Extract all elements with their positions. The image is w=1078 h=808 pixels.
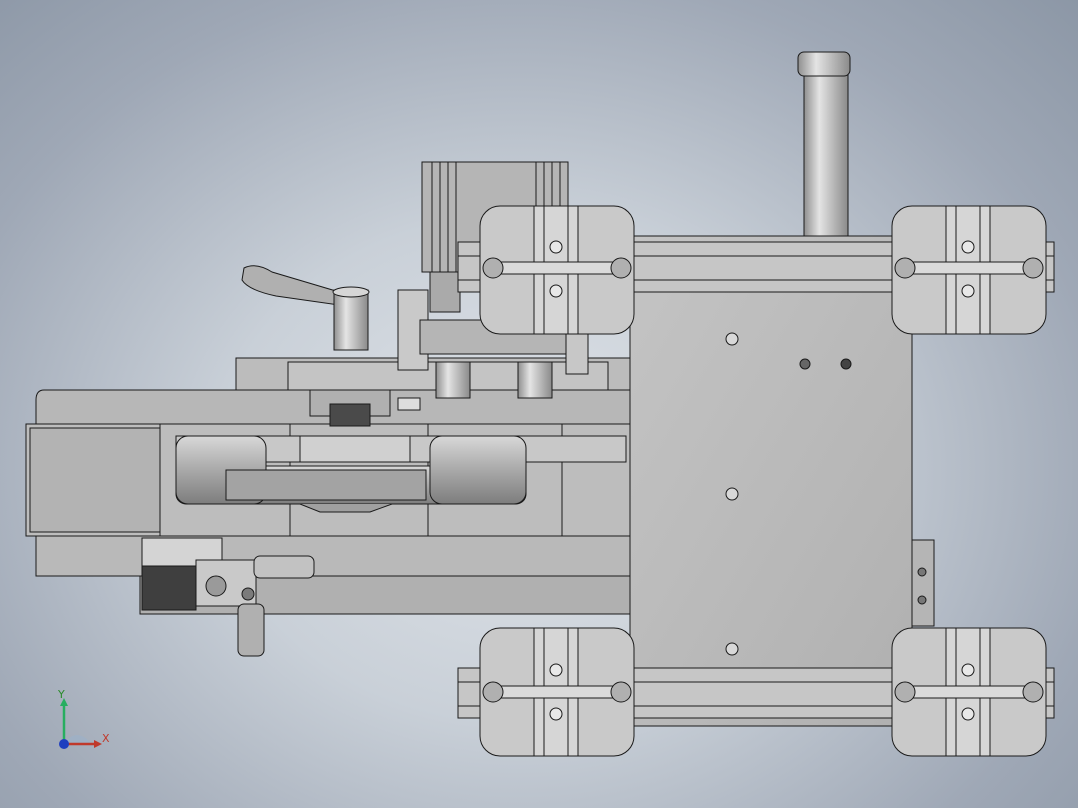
clamp-top-right bbox=[891, 205, 1047, 335]
clamping-lever bbox=[241, 265, 370, 351]
clamp-bottom-right bbox=[891, 627, 1047, 757]
x-axis-label: X bbox=[102, 732, 110, 745]
cad-model-view[interactable] bbox=[0, 0, 1078, 808]
clamp-bottom-left bbox=[479, 627, 635, 757]
clamp-top-left bbox=[479, 205, 635, 335]
vertical-cylinder bbox=[797, 51, 851, 239]
y-axis-label: Y bbox=[58, 688, 65, 701]
cad-viewport[interactable]: Y X bbox=[0, 0, 1078, 808]
right-sensor bbox=[911, 539, 935, 627]
main-plate bbox=[629, 235, 913, 727]
z-axis-dot bbox=[59, 739, 69, 749]
